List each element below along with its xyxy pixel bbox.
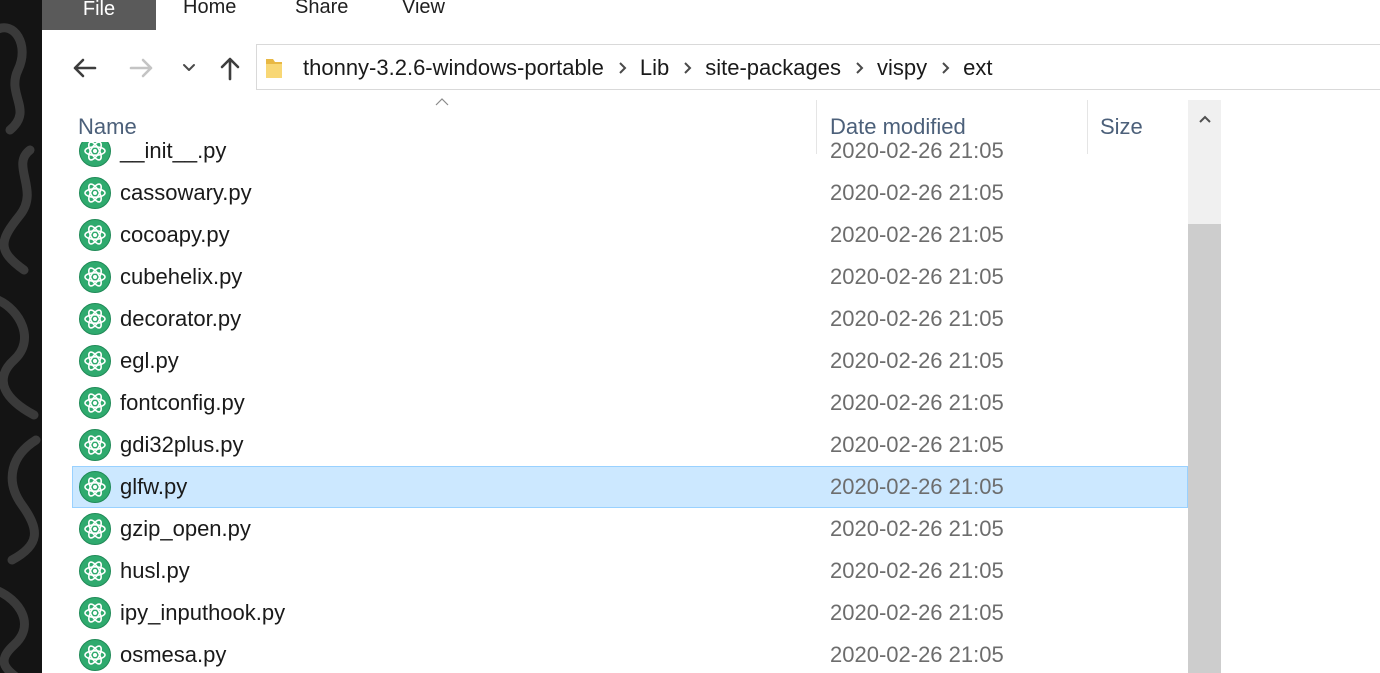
file-name: husl.py xyxy=(120,558,190,583)
tab-home[interactable]: Home xyxy=(183,0,236,19)
chevron-right-icon[interactable] xyxy=(618,61,628,75)
file-name: ipy_inputhook.py xyxy=(120,600,286,625)
file-row[interactable]: gdi32plus.py 2020-02-26 21:05 xyxy=(72,424,1188,466)
column-header-size[interactable]: Size xyxy=(1100,114,1143,140)
breadcrumb-item[interactable]: Lib xyxy=(640,55,669,81)
file-date-modified: 2020-02-26 21:05 xyxy=(830,180,1004,205)
tab-view[interactable]: View xyxy=(402,0,445,19)
file-row[interactable]: husl.py 2020-02-26 21:05 xyxy=(72,550,1188,592)
wallpaper-pattern xyxy=(0,23,41,673)
arrow-right-icon xyxy=(129,58,153,78)
scroll-up-button[interactable] xyxy=(1188,100,1221,138)
scrollbar-thumb[interactable] xyxy=(1188,224,1221,673)
breadcrumb-item[interactable]: thonny-3.2.6-windows-portable xyxy=(303,55,604,81)
file-list: __init__.py 2020-02-26 21:05 cassowary.py 2… xyxy=(72,142,1188,673)
arrow-up-icon xyxy=(220,57,240,81)
breadcrumb-item-current[interactable]: ext xyxy=(963,55,992,81)
file-row[interactable]: __init__.py 2020-02-26 21:05 xyxy=(72,142,1188,172)
file-row-selected[interactable]: glfw.py 2020-02-26 21:05 xyxy=(72,466,1188,508)
chevron-down-icon xyxy=(183,64,195,71)
file-name: cassowary.py xyxy=(120,180,252,205)
file-row[interactable]: cocoapy.py 2020-02-26 21:05 xyxy=(72,214,1188,256)
file-date-modified: 2020-02-26 21:05 xyxy=(830,222,1004,247)
column-header-date-modified[interactable]: Date modified xyxy=(830,114,966,140)
python-file-icon xyxy=(79,345,111,377)
vertical-scrollbar[interactable] xyxy=(1188,100,1221,673)
file-name: egl.py xyxy=(120,348,179,373)
python-file-icon xyxy=(79,142,111,167)
file-row[interactable]: osmesa.py 2020-02-26 21:05 xyxy=(72,634,1188,673)
breadcrumb: thonny-3.2.6-windows-portable Lib site-p… xyxy=(263,45,992,91)
file-name: __init__.py xyxy=(120,142,227,163)
file-row[interactable]: decorator.py 2020-02-26 21:05 xyxy=(72,298,1188,340)
python-file-icon xyxy=(79,387,111,419)
chevron-right-icon[interactable] xyxy=(941,61,951,75)
python-file-icon xyxy=(79,429,111,461)
python-file-icon xyxy=(79,303,111,335)
file-row[interactable]: fontconfig.py 2020-02-26 21:05 xyxy=(72,382,1188,424)
file-name: gdi32plus.py xyxy=(120,432,244,457)
up-button[interactable] xyxy=(212,44,248,92)
file-row[interactable]: ipy_inputhook.py 2020-02-26 21:05 xyxy=(72,592,1188,634)
file-name: cocoapy.py xyxy=(120,222,230,247)
file-date-modified: 2020-02-26 21:05 xyxy=(830,474,1004,499)
file-row[interactable]: cassowary.py 2020-02-26 21:05 xyxy=(72,172,1188,214)
python-file-icon xyxy=(79,177,111,209)
navigation-bar: thonny-3.2.6-windows-portable Lib site-p… xyxy=(42,44,1380,92)
file-name: gzip_open.py xyxy=(120,516,251,541)
forward-button[interactable] xyxy=(122,44,162,92)
breadcrumb-item[interactable]: vispy xyxy=(877,55,927,81)
file-date-modified: 2020-02-26 21:05 xyxy=(830,600,1004,625)
file-date-modified: 2020-02-26 21:05 xyxy=(830,516,1004,541)
file-row[interactable]: gzip_open.py 2020-02-26 21:05 xyxy=(72,508,1188,550)
file-date-modified: 2020-02-26 21:05 xyxy=(830,558,1004,583)
file-date-modified: 2020-02-26 21:05 xyxy=(830,432,1004,457)
desktop-wallpaper-strip xyxy=(0,0,42,673)
column-header-name[interactable]: Name xyxy=(78,114,137,140)
file-date-modified: 2020-02-26 21:05 xyxy=(830,642,1004,667)
breadcrumb-item[interactable]: site-packages xyxy=(705,55,841,81)
python-file-icon xyxy=(79,555,111,587)
back-button[interactable] xyxy=(64,44,104,92)
file-row[interactable]: egl.py 2020-02-26 21:05 xyxy=(72,340,1188,382)
file-name: fontconfig.py xyxy=(120,390,245,415)
file-row[interactable]: cubehelix.py 2020-02-26 21:05 xyxy=(72,256,1188,298)
python-file-icon xyxy=(79,261,111,293)
ribbon-tab-bar: File Home Share View xyxy=(42,0,1380,30)
file-name: glfw.py xyxy=(120,474,188,499)
file-name: osmesa.py xyxy=(120,642,227,667)
tab-file-label: File xyxy=(82,0,116,20)
file-name: cubehelix.py xyxy=(120,264,243,289)
folder-icon xyxy=(266,59,282,78)
chevron-right-icon[interactable] xyxy=(683,61,693,75)
arrow-left-icon xyxy=(73,58,97,78)
file-date-modified: 2020-02-26 21:05 xyxy=(830,390,1004,415)
file-date-modified: 2020-02-26 21:05 xyxy=(830,142,1004,163)
file-date-modified: 2020-02-26 21:05 xyxy=(830,264,1004,289)
python-file-icon xyxy=(79,219,111,251)
python-file-icon xyxy=(79,513,111,545)
sort-ascending-icon xyxy=(435,98,449,106)
address-bar[interactable]: thonny-3.2.6-windows-portable Lib site-p… xyxy=(256,44,1380,90)
file-date-modified: 2020-02-26 21:05 xyxy=(830,348,1004,373)
chevron-up-icon xyxy=(1198,115,1211,123)
tab-share[interactable]: Share xyxy=(295,0,348,19)
chevron-right-icon[interactable] xyxy=(855,61,865,75)
python-file-icon xyxy=(79,597,111,629)
python-file-icon xyxy=(79,639,111,671)
file-name: decorator.py xyxy=(120,306,242,331)
file-date-modified: 2020-02-26 21:05 xyxy=(830,306,1004,331)
recent-locations-button[interactable] xyxy=(176,44,202,92)
tab-file[interactable]: File xyxy=(42,0,156,30)
python-file-icon xyxy=(79,471,111,503)
